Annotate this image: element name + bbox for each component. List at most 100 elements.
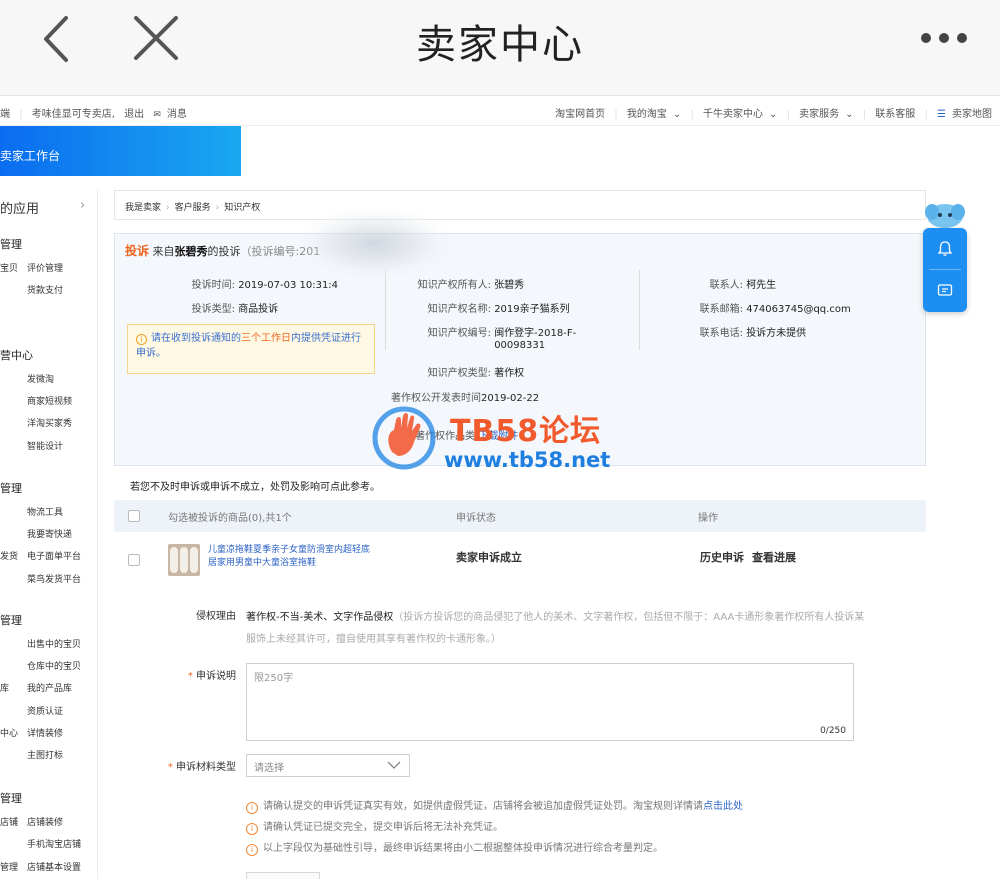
material-label-wrap: * 申诉材料类型 <box>140 758 236 773</box>
ip-owner-row: 知识产权所有人: 张碧秀 <box>395 276 525 291</box>
floating-toolbar <box>923 228 967 312</box>
info-icon: i <box>246 823 258 835</box>
sidebar-item-buyershow[interactable]: 洋淘买家秀 <box>27 416 72 429</box>
page-title: 卖家中心 <box>416 22 584 68</box>
sidebar-item-mainimage[interactable]: 主图打标 <box>27 748 63 761</box>
sidebar-item-waybill[interactable]: 电子面单平台 <box>27 549 81 562</box>
sidebar-item-smartdesign[interactable]: 智能设计 <box>27 439 63 452</box>
complaint-time-label: 投诉时间: <box>191 280 235 291</box>
notice-pre: 请在收到投诉通知的 <box>151 333 241 344</box>
contact-person-value: 柯先生 <box>746 280 777 291</box>
history-appeal-link[interactable]: 历史申诉 <box>700 551 744 564</box>
forum-logo-icon <box>372 406 436 470</box>
complaint-from-suffix: 的投诉 <box>207 245 241 258</box>
sidebar-item-mobileshop[interactable]: 手机淘宝店铺 <box>27 837 81 850</box>
messages-link[interactable]: 消息 <box>167 109 187 120</box>
sidebar-item-productlib[interactable]: 我的产品库 <box>27 681 72 694</box>
watermark-url: www.tb58.net <box>444 448 611 472</box>
seller-services-link[interactable]: 卖家服务 <box>799 109 839 120</box>
ip-name-row: 知识产权名称: 2019亲子猫系列 <box>395 300 570 315</box>
rules-link[interactable]: 点击此处 <box>703 801 743 812</box>
taobao-home-link[interactable]: 淘宝网首页 <box>555 109 605 120</box>
contact-service-link[interactable]: 联系客服 <box>875 109 915 120</box>
message-icon[interactable]: ✉ <box>153 110 161 120</box>
appeal-explanation-input[interactable]: 限250字 0/250 <box>246 663 854 741</box>
reason-value: 著作权-不当-美术、文字作品侵权 <box>246 612 394 623</box>
publish-time-row: 著作权公开发表时间2019-02-22 <box>391 389 539 404</box>
upload-button[interactable] <box>246 872 320 879</box>
complaint-type-label: 投诉类型: <box>191 304 235 315</box>
sidebar-item-payment[interactable]: 货款支付 <box>27 283 63 296</box>
sidebar-item-cainiao[interactable]: 菜鸟发货平台 <box>27 572 81 585</box>
chat-icon[interactable] <box>936 282 954 300</box>
ip-type-value: 著作权 <box>494 368 525 379</box>
row-checkbox[interactable] <box>128 554 140 566</box>
more-menu-icon[interactable] <box>918 30 970 46</box>
my-taobao-link[interactable]: 我的淘宝 <box>627 109 667 120</box>
site-topbar: 端 | 考味佳显可专卖店, 退出 ✉ 消息 淘宝网首页 | 我的淘宝 ⌄ | 千牛卖… <box>0 96 1000 126</box>
table-row: 儿童凉拖鞋夏季亲子女童防滑室内超轻底居家用男童中大童浴室拖鞋 卖家申诉成立 历史… <box>114 532 926 590</box>
info-icon: i <box>246 802 258 814</box>
penalty-hint-link[interactable]: 若您不及时申诉或申诉不成立，处罚及影响可点此参考。 <box>130 478 380 493</box>
ip-name-label: 知识产权名称: <box>427 304 491 315</box>
sidebar-side-label: 发货 <box>0 552 19 562</box>
material-label: 申诉材料类型 <box>176 762 236 773</box>
qianniu-seller-center-link[interactable]: 千牛卖家中心 <box>703 109 763 120</box>
ip-number-value: 闽作登字-2018-F- <box>494 328 577 339</box>
contact-phone-value: 投诉方未提供 <box>746 328 807 339</box>
explain-label-wrap: * 申诉说明 <box>150 667 236 682</box>
tip-line: i 以上字段仅为基础性引导，最终申诉结果将由小二根据整体投申诉情况进行综合考量判定… <box>246 839 663 856</box>
column-product: 勾选被投诉的商品(0),共1个 <box>168 513 292 524</box>
logout-link[interactable]: 退出 <box>124 109 144 120</box>
breadcrumb-item: 知识产权 <box>224 203 261 213</box>
my-apps-header[interactable]: 的应用 › <box>0 198 98 217</box>
sidebar-group-head: 管理 <box>0 792 22 805</box>
sidebar-side-label: 管理 <box>0 863 19 873</box>
contact-email-label: 联系邮箱: <box>699 304 743 315</box>
column-actions: 操作 <box>698 513 718 524</box>
breadcrumb-item[interactable]: 客户服务 <box>175 203 211 213</box>
sidebar-item-detaildecor[interactable]: 详情装修 <box>27 726 63 739</box>
shop-name[interactable]: 考味佳显可专卖店, <box>32 109 115 120</box>
watermark-title: TB58论坛 <box>450 414 602 449</box>
chevron-right-icon: › <box>80 198 86 213</box>
sidebar-item-shortvideo[interactable]: 商家短视频 <box>27 394 72 407</box>
product-thumbnail[interactable] <box>168 544 200 576</box>
material-placeholder: 请选择 <box>254 763 284 774</box>
sidebar-group-head: 管理 <box>0 482 22 495</box>
sidebar-side-label: 店铺 <box>0 818 19 828</box>
explain-label: 申诉说明 <box>196 671 236 682</box>
sidebar-item-shopsettings[interactable]: 店铺基本设置 <box>27 860 81 873</box>
sidebar-item-weitao[interactable]: 发微淘 <box>27 372 54 385</box>
sidebar-item-shopdecor[interactable]: 店铺装修 <box>27 815 63 828</box>
banner-label: 卖家工作台 <box>0 149 61 163</box>
chevron-right-icon: › <box>215 203 220 213</box>
chevron-down-icon: ⌄ <box>672 109 682 120</box>
reason-text: 著作权-不当-美术、文字作品侵权（投诉方投诉您的商品侵犯了他人的美术、文字著作权… <box>246 607 866 651</box>
seller-workbench-banner[interactable]: 卖家工作台 <box>0 126 241 176</box>
ip-name-value: 2019亲子猫系列 <box>494 304 570 315</box>
bell-icon[interactable] <box>936 240 954 258</box>
sidebar-item-warehouse[interactable]: 仓库中的宝贝 <box>27 659 81 672</box>
view-progress-link[interactable]: 查看进展 <box>752 551 796 564</box>
sidebar-item-qualification[interactable]: 资质认证 <box>27 704 63 717</box>
blur-smudge <box>300 208 450 278</box>
deadline-notice: i 请在收到投诉通知的三个工作日内提供凭证进行申诉。 <box>127 324 375 374</box>
sidebar-item-express[interactable]: 我要寄快递 <box>27 527 72 540</box>
material-type-select[interactable]: 请选择 <box>246 754 410 777</box>
ip-number-cont-row: 00098331 <box>395 340 545 351</box>
sidebar-item-onsale[interactable]: 出售中的宝贝 <box>27 637 81 650</box>
breadcrumb-item[interactable]: 我是卖家 <box>125 203 161 213</box>
sidebar-group-head: 营中心 <box>0 349 33 362</box>
chevron-right-icon: › <box>166 203 170 213</box>
chevron-down-icon: ⌄ <box>845 109 854 120</box>
mascot-icon[interactable] <box>924 200 966 230</box>
sidebar-item-logistics[interactable]: 物流工具 <box>27 505 63 518</box>
sidebar-group-head: 管理 <box>0 614 22 627</box>
chevron-down-icon: ⌄ <box>769 109 778 120</box>
select-all-checkbox[interactable] <box>128 510 140 522</box>
seller-map-link[interactable]: 卖家地图 <box>952 109 992 120</box>
product-name-link[interactable]: 儿童凉拖鞋夏季亲子女童防滑室内超轻底居家用男童中大童浴室拖鞋 <box>208 544 378 570</box>
topbar-left-fragment: 端 <box>0 109 10 120</box>
sidebar-item-review[interactable]: 评价管理 <box>27 261 63 274</box>
